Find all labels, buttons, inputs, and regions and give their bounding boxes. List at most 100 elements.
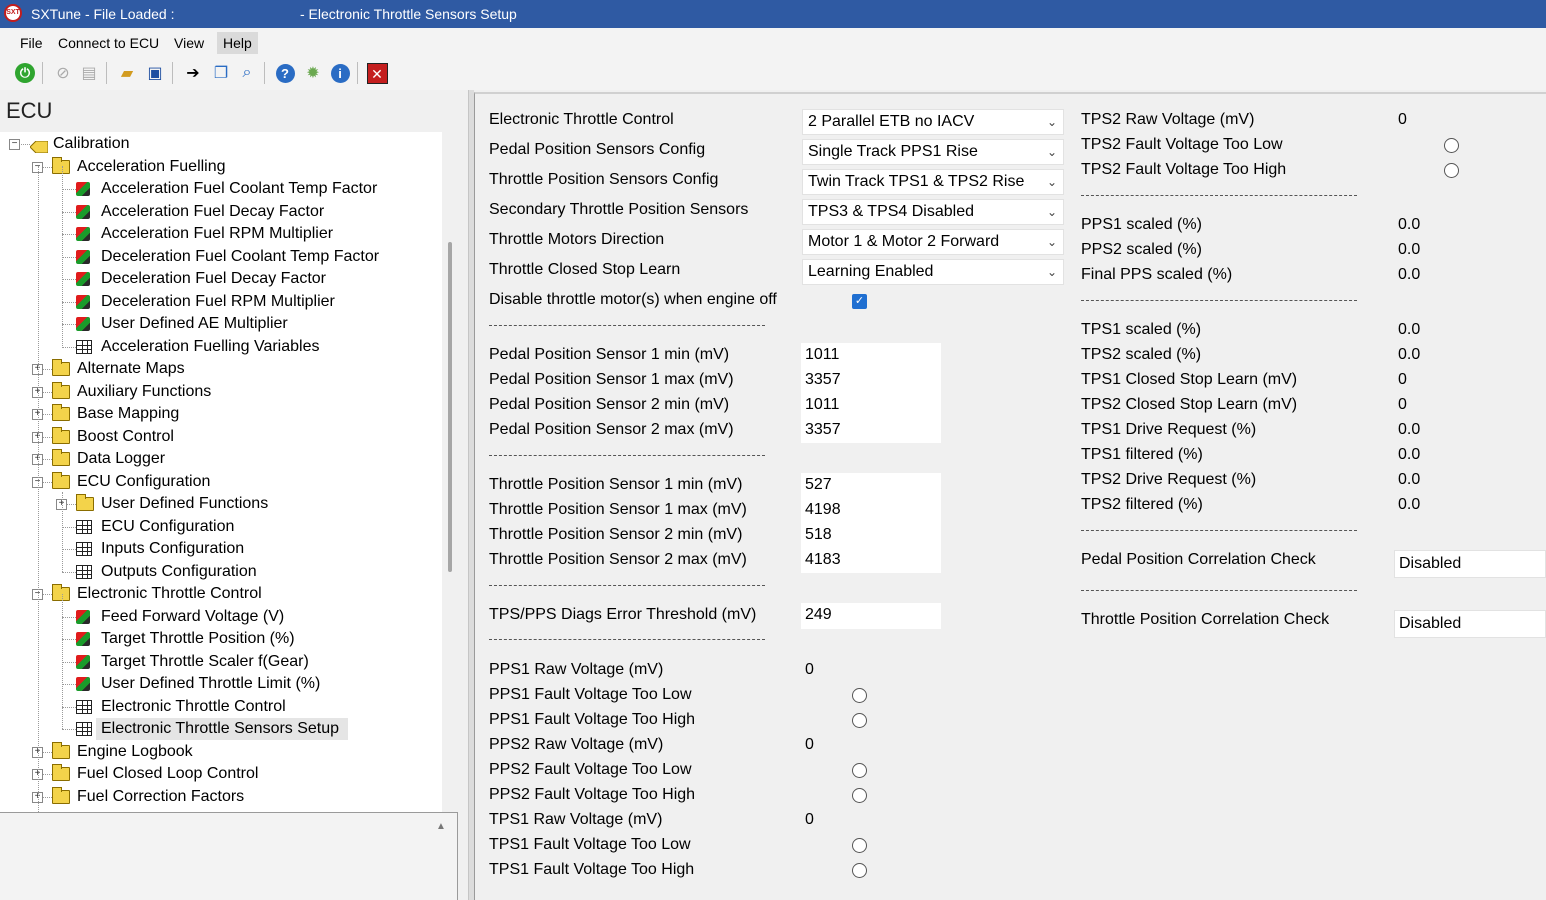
tree-item[interactable]: + Alternate Maps — [0, 358, 440, 380]
map-cube-icon — [76, 294, 90, 309]
pedal-correlation-select[interactable]: Disabled — [1394, 550, 1546, 578]
tree-item[interactable]: Electronic Throttle Sensors Setup — [0, 718, 440, 740]
save-icon[interactable]: ▣ — [144, 62, 166, 84]
tree-item[interactable]: + Fuel Closed Loop Control — [0, 763, 440, 785]
tree-guide — [62, 166, 63, 348]
diag-threshold-input[interactable]: 249 — [805, 605, 832, 625]
tree-connector — [62, 346, 76, 348]
power-icon[interactable]: ⏻ — [14, 62, 36, 84]
field-label: Throttle Closed Stop Learn — [489, 261, 681, 278]
field-label: PPS1 Fault Voltage Too High — [489, 711, 696, 728]
limit-input[interactable]: 1011 — [805, 395, 839, 415]
tree-item[interactable]: Inputs Configuration — [0, 538, 440, 560]
tree-item[interactable]: − ECU Configuration — [0, 471, 440, 493]
tree-item[interactable]: Acceleration Fuel Decay Factor — [0, 201, 440, 223]
tree-item[interactable]: + Fuel Correction Factors — [0, 786, 440, 808]
calibration-tree[interactable]: − Calibration − Acceleration Fuelling Accele… — [0, 132, 442, 812]
settings-icon[interactable]: ✹ — [302, 62, 324, 84]
folder-icon — [52, 381, 70, 399]
limit-input[interactable]: 527 — [805, 475, 832, 495]
tree-item[interactable]: User Defined Throttle Limit (%) — [0, 673, 440, 695]
chevron-down-icon: ⌄ — [1046, 145, 1057, 159]
field-label: TPS2 filtered (%) — [1081, 496, 1203, 513]
tree-item-label: Acceleration Fuel Decay Factor — [101, 202, 325, 220]
tree-item[interactable]: Deceleration Fuel Coolant Temp Factor — [0, 246, 440, 268]
tree-item[interactable]: Target Throttle Position (%) — [0, 628, 440, 650]
tree-item[interactable]: Acceleration Fuel RPM Multiplier — [0, 223, 440, 245]
throttle-correlation-select[interactable]: Disabled — [1394, 610, 1546, 638]
tree-item[interactable]: Target Throttle Scaler f(Gear) — [0, 651, 440, 673]
config-dropdown[interactable]: TPS3 & TPS4 Disabled ⌄ — [802, 199, 1064, 225]
tree-item[interactable]: Outputs Configuration — [0, 561, 440, 583]
disconnect-icon[interactable]: ⊘ — [52, 62, 74, 84]
config-dropdown[interactable]: 2 Parallel ETB no IACV ⌄ — [802, 109, 1064, 135]
limit-input[interactable]: 3357 — [805, 370, 841, 390]
tree-item[interactable]: − Acceleration Fuelling — [0, 156, 440, 178]
menu-file[interactable]: File — [14, 32, 49, 54]
field-label: Disable throttle motor(s) when engine of… — [489, 291, 777, 308]
tree-item[interactable]: + Base Mapping — [0, 403, 440, 425]
open-folder-icon[interactable]: ▰ — [116, 62, 138, 84]
config-dropdown[interactable]: Motor 1 & Motor 2 Forward ⌄ — [802, 229, 1064, 255]
tree-item[interactable]: − Electronic Throttle Control — [0, 583, 440, 605]
map-cube-icon — [76, 654, 90, 669]
field-label: TPS/PPS Diags Error Threshold (mV) — [489, 606, 757, 623]
disable-motor-checkbox[interactable]: ✓ — [852, 294, 867, 309]
tps-limits-box: 527 4198 518 4183 — [801, 473, 941, 573]
status-indicator — [1444, 138, 1459, 153]
field-value: 0.0 — [1398, 496, 1421, 513]
tree-item[interactable]: ECU Configuration — [0, 516, 440, 538]
folder-icon — [52, 449, 70, 466]
field-label: PPS2 Raw Voltage (mV) — [489, 736, 664, 753]
menu-connect-to-ecu[interactable]: Connect to ECU — [52, 32, 165, 54]
copy-icon[interactable]: ❐ — [210, 62, 232, 84]
menu-view[interactable]: View — [168, 32, 210, 54]
search-icon[interactable]: ⌕ — [236, 62, 258, 84]
config-dropdown[interactable]: Twin Track TPS1 & TPS2 Rise ⌄ — [802, 169, 1064, 195]
map-cube-icon — [76, 249, 90, 264]
limit-input[interactable]: 4198 — [805, 500, 841, 520]
limit-input[interactable]: 3357 — [805, 420, 841, 440]
tree-item[interactable]: User Defined AE Multiplier — [0, 313, 440, 335]
tree-item-label: Acceleration Fuel Coolant Temp Factor — [101, 180, 378, 197]
chart-icon[interactable]: ▤ — [78, 62, 100, 84]
tree-item[interactable]: − Calibration — [0, 133, 440, 155]
menu-help[interactable]: Help — [217, 32, 258, 54]
folder-icon — [76, 494, 94, 511]
tree-item[interactable]: + Engine Logbook — [0, 741, 440, 763]
window-title: SXTune - File Loaded : — [31, 6, 175, 22]
tree-item[interactable]: + Auxiliary Functions — [0, 381, 440, 403]
tree-item[interactable]: + Boost Control — [0, 426, 440, 448]
table-icon — [76, 564, 92, 579]
info-icon[interactable]: i — [329, 62, 351, 84]
scroll-up-icon[interactable]: ▲ — [436, 821, 446, 832]
tree-item[interactable]: Deceleration Fuel Decay Factor — [0, 268, 440, 290]
dropdown-value: Twin Track TPS1 & TPS2 Rise — [808, 173, 1025, 190]
tree-item[interactable]: Electronic Throttle Control — [0, 696, 440, 718]
close-icon[interactable]: ✕ — [366, 62, 388, 84]
separator — [1081, 590, 1357, 591]
menu-bar: File Connect to ECU View Help — [0, 28, 1546, 56]
tree-item[interactable]: + User Defined Functions — [0, 493, 440, 515]
status-indicator — [852, 788, 867, 803]
tree-item-label: Acceleration Fuelling Variables — [101, 337, 320, 355]
help-icon[interactable]: ? — [274, 62, 296, 84]
tree-item[interactable]: Deceleration Fuel RPM Multiplier — [0, 291, 440, 313]
tree-scrollbar[interactable] — [448, 242, 452, 572]
goto-icon[interactable]: ➔ — [182, 62, 204, 84]
tree-item-label: Boost Control — [77, 427, 174, 445]
field-label: Pedal Position Sensor 1 max (mV) — [489, 371, 734, 388]
limit-input[interactable]: 518 — [805, 525, 832, 545]
tree-item[interactable]: Acceleration Fuelling Variables — [0, 336, 440, 358]
limit-input[interactable]: 4183 — [805, 550, 841, 570]
collapse-icon[interactable]: − — [9, 139, 20, 150]
tree-item[interactable]: Acceleration Fuel Coolant Temp Factor — [0, 178, 440, 200]
diag-threshold-box: 249 — [801, 603, 941, 629]
tree-item[interactable]: Feed Forward Voltage (V) — [0, 606, 440, 628]
config-dropdown[interactable]: Learning Enabled ⌄ — [802, 259, 1064, 285]
config-dropdown[interactable]: Single Track PPS1 Rise ⌄ — [802, 139, 1064, 165]
tree-item-label: Engine Logbook — [77, 742, 193, 760]
chevron-down-icon: ⌄ — [1046, 115, 1057, 129]
limit-input[interactable]: 1011 — [805, 345, 839, 365]
tree-item[interactable]: + Data Logger — [0, 448, 440, 470]
